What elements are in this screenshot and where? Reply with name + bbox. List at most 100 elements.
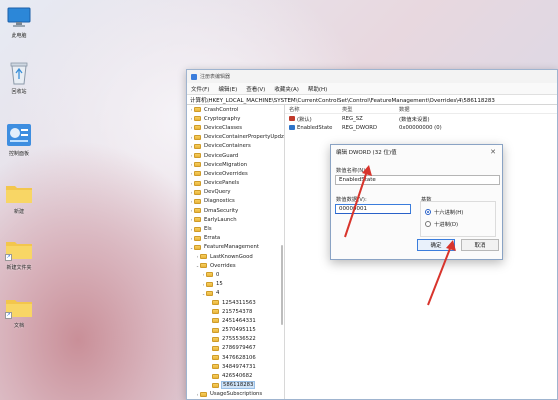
tree-node[interactable]: 2755536522 [187, 335, 284, 344]
folder-icon [200, 391, 207, 397]
tree-node-label: LastKnownGood [210, 253, 253, 260]
ok-button[interactable]: 确定 [417, 239, 455, 251]
folder-icon [194, 226, 201, 232]
tree-node[interactable]: › Cryptography [187, 114, 284, 123]
window-title: 注册表编辑器 [200, 74, 231, 80]
tree-node-label: Overrides [210, 262, 236, 269]
tree-node-label: 426540682 [222, 373, 253, 380]
tree-node[interactable]: › DevicePanels [187, 179, 284, 188]
tree-node-label: Diagnostics [204, 198, 235, 205]
tree-node[interactable]: › Diagnostics [187, 197, 284, 206]
tree-node[interactable]: › Els [187, 224, 284, 233]
desktop-icon-this-pc[interactable]: 此电脑 [2, 4, 36, 39]
menu-edit[interactable]: 编辑(E) [218, 85, 237, 93]
radio-dec[interactable]: 十进制(D) [425, 220, 458, 228]
tree-node[interactable]: › 0 [187, 270, 284, 279]
tree-node[interactable]: 3484974731 [187, 362, 284, 371]
desktop-icon-folder-new[interactable]: 新建 [2, 180, 36, 215]
value-row-enabledstate[interactable]: EnabledState REG_DWORD 0x00000000 (0) [285, 123, 557, 132]
tree-node[interactable]: 215754378 [187, 307, 284, 316]
desktop-icon-control-panel[interactable]: 控制面板 [2, 122, 36, 157]
tree-node[interactable]: › DeviceClasses [187, 123, 284, 132]
tree-node-label: DeviceContainerPropertyUpdz [204, 134, 284, 141]
tree-node[interactable]: 586118283 [187, 381, 284, 390]
tree-node[interactable]: › UsageSubscriptions [187, 390, 284, 399]
folder-icon [206, 272, 213, 278]
menu-help[interactable]: 帮助(H) [308, 85, 327, 93]
tree-node[interactable]: › DeviceContainers [187, 142, 284, 151]
value-row-default[interactable]: (默认) REG_SZ (数值未设置) [285, 114, 557, 123]
tree-node-label: 3476628106 [222, 354, 256, 361]
tree-node-label: 2451464331 [222, 317, 256, 324]
tree-node-label: Els [204, 226, 212, 233]
tree-node[interactable]: › DeviceMigration [187, 160, 284, 169]
tree-node[interactable]: › CrashControl [187, 105, 284, 114]
tree-node[interactable]: › DeviceContainerPropertyUpdz [187, 133, 284, 142]
window-titlebar[interactable]: 注册表编辑器 [187, 70, 557, 83]
column-header-name[interactable]: 名称 [285, 105, 342, 113]
desktop-icon-recycle-bin[interactable]: 回收站 [2, 60, 36, 95]
tree-node-label: 3484974731 [222, 363, 256, 370]
tree-node[interactable]: 3476628106 [187, 353, 284, 362]
tree-node[interactable]: › DeviceGuard [187, 151, 284, 160]
tree-node[interactable]: ⌄ FeatureManagement [187, 243, 284, 252]
folder-icon [194, 244, 201, 250]
tree-node[interactable]: › DevQuery [187, 188, 284, 197]
menu-favorites[interactable]: 收藏夹(A) [274, 85, 299, 93]
desktop-icon-folder-new-2[interactable]: ↗ 新建文件夹 [2, 236, 36, 271]
column-header-data[interactable]: 数据 [399, 105, 557, 113]
tree-node-label: DeviceOverrides [204, 170, 248, 177]
desktop-icon-label: 文档 [13, 323, 24, 329]
tree-node[interactable]: › Errata [187, 234, 284, 243]
value-data-field[interactable]: 00000001 [335, 204, 411, 214]
monitor-icon [5, 4, 33, 30]
radio-dec-label: 十进制(D) [434, 222, 459, 228]
folder-icon [194, 143, 201, 149]
tree-node-label: Cryptography [204, 115, 241, 122]
menu-file[interactable]: 文件(F) [191, 85, 209, 93]
folder-icon [206, 290, 213, 296]
tree-node[interactable]: › DmaSecurity [187, 206, 284, 215]
tree-node[interactable]: 2451464331 [187, 316, 284, 325]
address-bar[interactable]: 计算机\HKEY_LOCAL_MACHINE\SYSTEM\CurrentCon… [187, 94, 557, 105]
tree-node[interactable]: › LastKnownGood [187, 252, 284, 261]
menu-bar: 文件(F) 编辑(E) 查看(V) 收藏夹(A) 帮助(H) [187, 83, 557, 94]
tree-node[interactable]: › DeviceOverrides [187, 169, 284, 178]
folder-icon [5, 180, 33, 206]
tree-node-label: 0 [216, 271, 220, 278]
close-icon[interactable]: ✕ [490, 148, 496, 156]
value-name-label: 数值名称(N): [336, 168, 368, 174]
tree-node[interactable]: 2570495115 [187, 326, 284, 335]
tree-node[interactable]: › EarlyLaunch [187, 215, 284, 224]
tree-node[interactable]: 2786979467 [187, 344, 284, 353]
tree-node[interactable]: › 15 [187, 280, 284, 289]
folder-icon [212, 364, 219, 370]
radio-hex-label: 十六进制(H) [434, 210, 464, 216]
radio-hex[interactable]: 十六进制(H) [425, 208, 463, 216]
dialog-titlebar[interactable]: 编辑 DWORD (32 位)值 [331, 145, 502, 159]
tree-node[interactable]: ⌄ 4 [187, 289, 284, 298]
tree-node-label: CrashControl [204, 106, 239, 113]
desktop-icon-label: 回收站 [11, 89, 27, 95]
value-data: 0x00000000 (0) [399, 124, 442, 131]
column-header-type[interactable]: 类型 [342, 105, 399, 113]
tree-node-label: 4 [216, 290, 220, 297]
folder-icon [212, 345, 219, 351]
folder-icon [194, 217, 201, 223]
tree-node[interactable]: 426540682 [187, 371, 284, 380]
tree-scrollbar[interactable] [281, 245, 283, 325]
tree-node-label: 2755536522 [222, 336, 256, 343]
desktop-icon-folder-docs[interactable]: ↗ 文档 [2, 294, 36, 329]
menu-view[interactable]: 查看(V) [246, 85, 265, 93]
value-data-label: 数值数据(V): [336, 197, 367, 203]
tree-node-label: 15 [216, 281, 223, 288]
tree-node-label: 2786979467 [222, 345, 256, 352]
folder-icon [212, 336, 219, 342]
tree-node[interactable]: ⌄ Overrides [187, 261, 284, 270]
value-name-field[interactable]: EnabledState [335, 175, 500, 185]
registry-tree: › CrashControl › Cryptography › DeviceClasses… [187, 105, 285, 399]
folder-icon [194, 189, 201, 195]
tree-node[interactable]: 1254311563 [187, 298, 284, 307]
folder-icon [194, 208, 201, 214]
cancel-button[interactable]: 取消 [461, 239, 499, 251]
